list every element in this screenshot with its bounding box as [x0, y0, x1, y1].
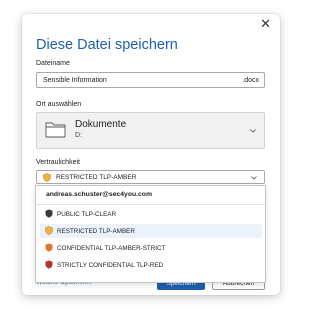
filename-field[interactable]: Sensible Information .docx [36, 72, 265, 88]
location-label: Ort auswählen [36, 101, 82, 108]
chevron-down-icon [250, 129, 256, 133]
shield-icon [45, 260, 53, 269]
location-picker[interactable]: Dokumente D: [36, 112, 265, 149]
confidentiality-label: Vertraulichkeit [36, 159, 80, 166]
save-dialog: ✕ Diese Datei speichern Dateiname Sensib… [22, 14, 280, 295]
option-label: PUBLIC TLP-CLEAR [57, 210, 117, 218]
dialog-title: Diese Datei speichern [36, 37, 178, 53]
filename-label: Dateiname [36, 60, 70, 67]
shield-icon [45, 209, 53, 218]
dropdown-divider [36, 204, 265, 205]
confidentiality-select[interactable]: RESTRICTED TLP-AMBER [36, 170, 265, 184]
close-icon[interactable]: ✕ [260, 16, 271, 32]
chevron-down-icon [251, 176, 257, 180]
option-public[interactable]: PUBLIC TLP-CLEAR [40, 207, 262, 221]
shield-icon [45, 243, 53, 252]
filename-value[interactable]: Sensible Information [43, 77, 107, 84]
file-extension: .docx [242, 77, 259, 84]
folder-icon [45, 122, 66, 138]
option-label: RESTRICTED TLP-AMBER [57, 227, 135, 235]
dropdown-user: andreas.schuster@sec4you.com [46, 191, 152, 198]
shield-icon [43, 173, 51, 182]
option-restricted[interactable]: RESTRICTED TLP-AMBER [40, 224, 262, 238]
option-strictly-confidential[interactable]: STRICTLY CONFIDENTIAL TLP-RED [40, 258, 262, 272]
confidentiality-dropdown: andreas.schuster@sec4you.com PUBLIC TLP-… [35, 185, 266, 283]
location-folder: Dokumente [75, 119, 127, 130]
option-confidential[interactable]: CONFIDENTIAL TLP-AMBER-STRICT [40, 241, 262, 255]
location-drive: D: [75, 132, 82, 139]
confidentiality-selected: RESTRICTED TLP-AMBER [56, 174, 137, 181]
shield-icon [45, 226, 53, 235]
option-label: STRICTLY CONFIDENTIAL TLP-RED [57, 261, 164, 269]
option-label: CONFIDENTIAL TLP-AMBER-STRICT [57, 244, 166, 252]
